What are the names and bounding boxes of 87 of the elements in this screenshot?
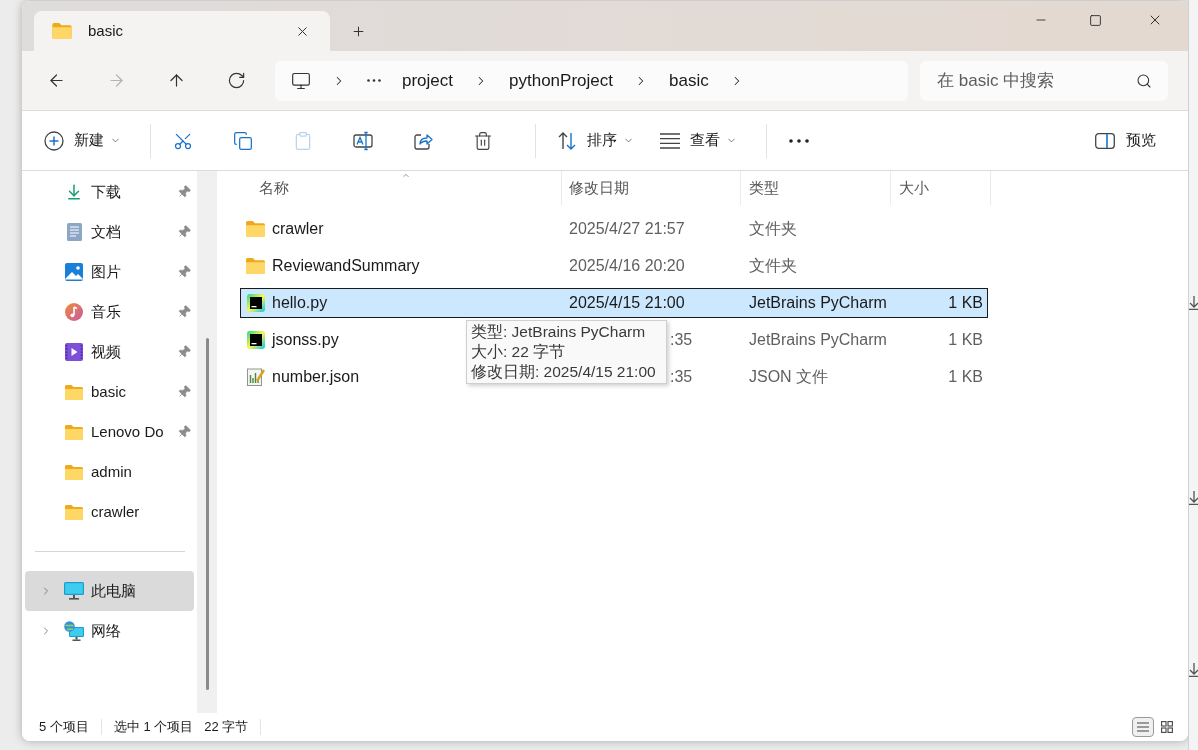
new-button[interactable]: 新建 — [35, 120, 130, 161]
tooltip-line: 修改日期: 2025/4/15 21:00 — [471, 362, 657, 382]
status-text: 5 个项目 — [39, 718, 89, 737]
network-icon — [64, 621, 84, 641]
sort-button[interactable]: 排序 — [548, 120, 643, 161]
download-icon — [65, 183, 83, 201]
file-size: 1 KB — [948, 293, 983, 313]
folder-icon — [65, 504, 83, 520]
document-icon — [66, 223, 82, 241]
list-icon[interactable] — [660, 132, 680, 149]
plus-circle-icon[interactable] — [44, 130, 64, 151]
date-modified: 2025/4/16 20:20 — [569, 256, 685, 276]
folder-icon — [65, 384, 83, 400]
status-text: 22 字节 — [204, 718, 249, 737]
column-header[interactable]: 大小 — [891, 171, 991, 205]
sidebar-item[interactable]: 下载 — [25, 172, 194, 212]
file-name[interactable]: jsonss.py — [272, 328, 339, 352]
file-type: 文件夹 — [749, 219, 797, 239]
sidebar-item[interactable]: crawler — [25, 492, 194, 532]
maximize-icon[interactable] — [1088, 13, 1102, 27]
data-file-icon — [246, 368, 265, 386]
ellipsis-icon[interactable] — [367, 79, 381, 82]
sidebar-item[interactable]: admin — [25, 452, 194, 492]
sidebar-item[interactable]: 视频 — [25, 332, 194, 372]
computer-icon — [64, 582, 84, 600]
trash-icon[interactable] — [473, 130, 493, 151]
tab[interactable]: basic — [34, 11, 330, 51]
arrow-down-icon — [1188, 296, 1198, 310]
arrow-down-icon — [1188, 663, 1198, 677]
file-name[interactable]: crawler — [272, 217, 324, 241]
new-tab-icon[interactable] — [351, 23, 366, 39]
sidebar-item[interactable]: 网络 — [25, 611, 194, 651]
scrollbar-thumb[interactable] — [205, 338, 209, 690]
copy-icon[interactable] — [233, 130, 253, 151]
file-type: JSON 文件 — [749, 367, 829, 387]
sidebar-item[interactable]: 此电脑 — [25, 571, 194, 611]
file-type: JetBrains PyCharm — [749, 330, 887, 350]
more-icon[interactable] — [789, 138, 809, 143]
file-size: 1 KB — [948, 330, 983, 350]
code-file-icon — [246, 294, 265, 312]
column-header[interactable]: 类型 — [741, 171, 891, 205]
sidebar-item[interactable]: Lenovo Do — [25, 412, 194, 452]
tiles-grid-icon[interactable] — [1161, 721, 1173, 733]
search-field[interactable]: 在 basic 中搜索 — [920, 60, 1168, 101]
folder-icon — [246, 258, 265, 274]
status-text: 选中 1 个项目 — [113, 718, 194, 737]
arrow-down-icon — [1188, 491, 1198, 505]
folder-icon — [65, 424, 83, 440]
rename-icon[interactable] — [353, 130, 373, 151]
file-type: JetBrains PyCharm — [749, 293, 887, 313]
address-bar[interactable]: project pythonProject basic — [275, 60, 908, 101]
date-modified: :35 — [670, 367, 693, 387]
tooltip-line: 类型: JetBrains PyCharm — [471, 322, 647, 342]
file-name[interactable]: ReviewandSummary — [272, 254, 420, 278]
tooltip-line: 大小: 22 字节 — [471, 342, 567, 362]
sidebar-item[interactable]: 音乐 — [25, 292, 194, 332]
picture-icon — [65, 263, 83, 281]
column-header[interactable]: 名称 — [217, 171, 562, 205]
video-icon — [65, 343, 83, 361]
breadcrumb[interactable]: pythonProject — [509, 67, 613, 94]
folder-icon — [52, 23, 72, 39]
selected-file-row[interactable]: hello.py 2025/4/15 21:00 JetBrains PyCharm 1 KB — [240, 288, 988, 318]
sidebar-item[interactable]: 文档 — [25, 212, 194, 252]
search-icon[interactable] — [1136, 72, 1152, 89]
refresh-icon[interactable] — [226, 71, 246, 90]
column-header[interactable]: 修改日期 — [562, 171, 741, 205]
date-modified: 2025/4/27 21:57 — [569, 219, 685, 239]
breadcrumb[interactable]: basic — [669, 67, 709, 94]
breadcrumb[interactable]: project — [402, 67, 454, 94]
date-modified: 2025/4/15 21:00 — [569, 293, 685, 313]
folder-icon — [65, 464, 83, 480]
file-name[interactable]: hello.py — [272, 291, 328, 315]
view-button[interactable]: 查看 — [651, 120, 746, 161]
file-type: 文件夹 — [749, 256, 797, 276]
preview-pane-icon[interactable] — [1095, 132, 1115, 149]
file-size: 1 KB — [948, 367, 983, 387]
sidebar-item[interactable]: 图片 — [25, 252, 194, 292]
sidebar-item[interactable]: basic — [25, 372, 194, 412]
sort-icon[interactable] — [557, 130, 577, 151]
music-note-icon — [65, 303, 83, 321]
monitor-icon[interactable] — [291, 70, 311, 91]
folder-icon — [246, 221, 265, 237]
preview-button[interactable]: 预览 — [1085, 120, 1166, 161]
sort-caret-icon — [400, 171, 412, 180]
file-name[interactable]: number.json — [272, 365, 360, 389]
date-modified: :35 — [670, 330, 693, 350]
code-file-icon — [246, 331, 265, 349]
